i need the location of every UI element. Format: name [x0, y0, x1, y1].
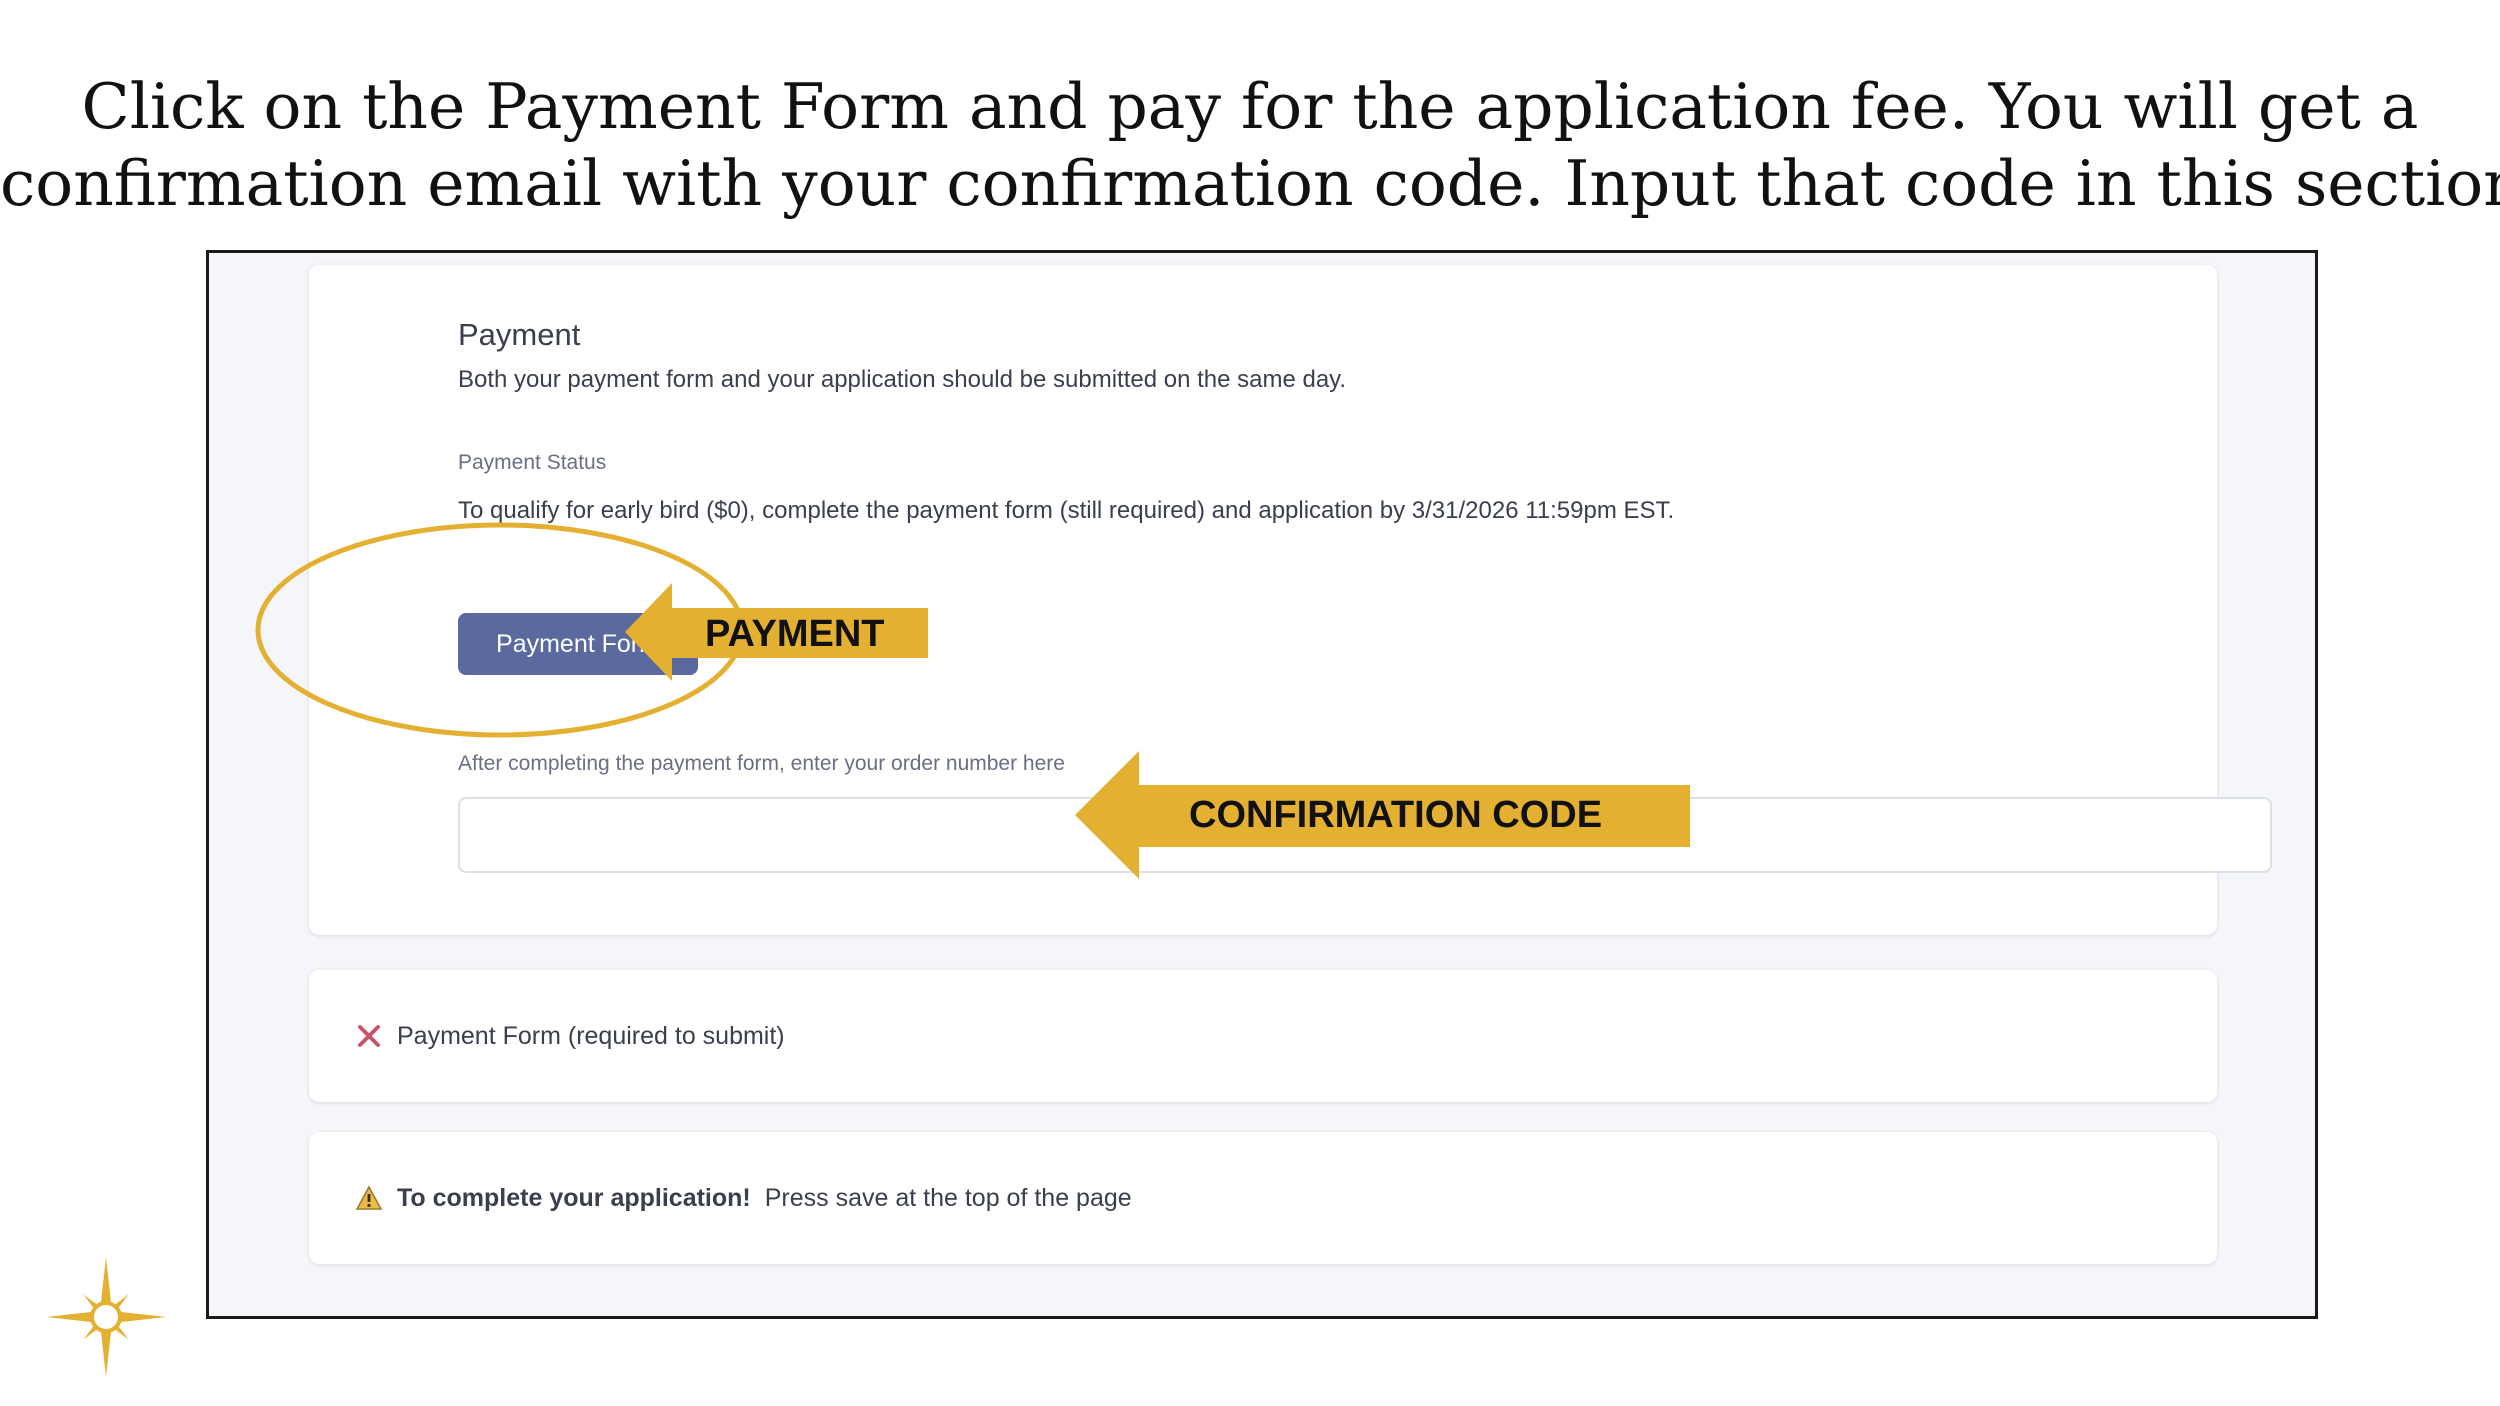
order-number-label: After completing the payment form, enter… [458, 752, 1065, 775]
payment-title: Payment [458, 317, 581, 352]
payment-form-button[interactable]: Payment Form [458, 613, 698, 675]
notice-strong-text: To complete your application! [397, 1183, 751, 1212]
instruction-headline: Click on the Payment Form and pay for th… [0, 68, 2500, 222]
requirement-card: Payment Form (required to submit) [309, 970, 2217, 1102]
confirmation-arrow-label: CONFIRMATION CODE [1189, 794, 1603, 836]
requirement-text: Payment Form (required to submit) [397, 1021, 785, 1050]
requirement-row: Payment Form (required to submit) [355, 970, 785, 1102]
application-screenshot: Payment Both your payment form and your … [206, 250, 2318, 1319]
x-icon [358, 1025, 380, 1047]
payment-arrow-label: PAYMENT [705, 613, 885, 655]
early-bird-text: To qualify for early bird ($0), complete… [458, 497, 1675, 524]
payment-description: Both your payment form and your applicat… [458, 366, 1347, 393]
star-icon [46, 1257, 166, 1377]
instruction-line-1: Click on the Payment Form and pay for th… [81, 70, 2419, 143]
payment-status-label: Payment Status [458, 451, 607, 474]
notice-card: To complete your application! Press save… [309, 1132, 2217, 1264]
warning-icon [355, 1185, 383, 1210]
instruction-line-2: confirmation email with your confirmatio… [0, 147, 2500, 220]
notice-text: Press save at the top of the page [764, 1183, 1132, 1212]
notice-row: To complete your application! Press save… [355, 1132, 1132, 1264]
